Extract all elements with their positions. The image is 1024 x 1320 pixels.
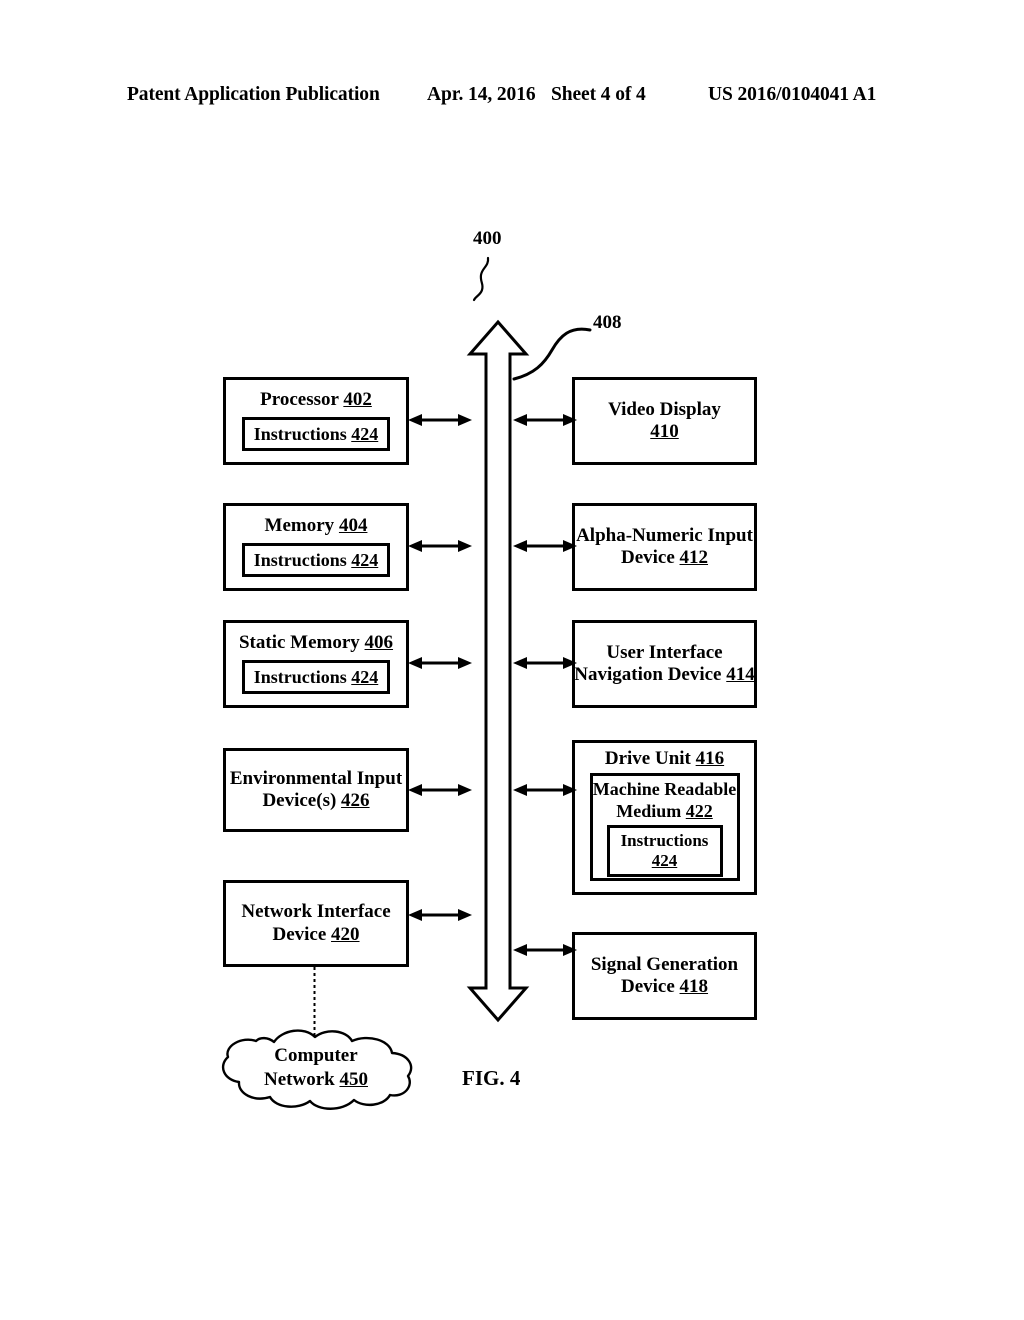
box-signal-generation-line1: Signal Generation xyxy=(590,953,739,975)
ref-424: 424 xyxy=(351,549,379,570)
connector-bus-drive-unit xyxy=(512,781,578,799)
box-machine-readable-medium-422: Machine Readable Medium 422 Instructions… xyxy=(589,773,740,882)
ref-422: 422 xyxy=(685,800,713,821)
cloud-computer-network-450 xyxy=(212,1028,420,1112)
box-alpha-numeric-line2: Device 412 xyxy=(620,547,709,568)
box-ui-navigation-line1: User Interface xyxy=(606,641,723,663)
connector-memory-bus xyxy=(407,537,473,555)
ref-414: 414 xyxy=(726,664,755,685)
box-signal-generation-device-418: Signal Generation Device 418 xyxy=(572,932,757,1020)
box-network-interface-line2: Device 420 xyxy=(272,923,360,945)
page-header: Patent Application Publication Apr. 14, … xyxy=(0,84,1024,114)
box-drive-unit-title: Drive Unit 416 xyxy=(604,748,725,769)
box-environmental-input-line2: Device(s) 426 xyxy=(262,790,370,811)
ref-420: 420 xyxy=(331,923,360,945)
box-alpha-numeric-input-device-412: Alpha-Numeric Input Device 412 xyxy=(572,503,757,591)
ref-424: 424 xyxy=(651,850,678,870)
box-environmental-input-device-426: Environmental Input Device(s) 426 xyxy=(223,748,409,832)
header-publication-title: Patent Application Publication xyxy=(127,84,380,105)
patent-figure-page: Patent Application Publication Apr. 14, … xyxy=(0,0,1024,1320)
ref-416: 416 xyxy=(695,748,725,769)
box-network-interface-device-420: Network Interface Device 420 xyxy=(223,880,409,967)
connector-network-interface-cloud xyxy=(313,967,316,1037)
box-memory-title: Memory 404 xyxy=(264,515,368,536)
box-static-memory-instructions-424: Instructions 424 xyxy=(242,660,390,695)
box-machine-readable-line2: Medium 422 xyxy=(616,800,713,821)
box-static-memory-title: Static Memory 406 xyxy=(238,632,394,653)
box-alpha-numeric-line1: Alpha-Numeric Input xyxy=(576,524,753,546)
box-memory-404: Memory 404 Instructions 424 xyxy=(223,503,409,591)
box-environmental-input-line1: Environmental Input xyxy=(229,767,403,789)
ref-402: 402 xyxy=(343,389,372,410)
ref-424: 424 xyxy=(351,666,379,687)
ref-418: 418 xyxy=(679,976,709,997)
instructions-label: Instructions 424 xyxy=(253,423,379,444)
box-machine-readable-line1: Machine Readable xyxy=(592,779,737,800)
connector-environmental-input-bus xyxy=(407,781,473,799)
ref-404: 404 xyxy=(338,515,368,536)
connector-bus-alpha-numeric xyxy=(512,537,578,555)
connector-processor-bus xyxy=(407,411,473,429)
instructions-label: Instructions 424 xyxy=(253,666,379,687)
connector-static-memory-bus xyxy=(407,654,473,672)
box-processor-title: Processor 402 xyxy=(260,389,372,410)
box-processor-402: Processor 402 Instructions 424 xyxy=(223,377,409,465)
box-drive-unit-416: Drive Unit 416 Machine Readable Medium 4… xyxy=(572,740,757,895)
header-patent-number: US 2016/0104041 A1 xyxy=(708,84,877,105)
box-ui-navigation-line2: Navigation Device 414 xyxy=(574,664,755,685)
ref-424: 424 xyxy=(351,423,379,444)
ref-412: 412 xyxy=(679,547,709,568)
instructions-label: Instructions xyxy=(620,830,709,850)
connector-bus-signal-generation xyxy=(512,941,578,959)
box-video-display-line1: Video Display xyxy=(608,398,721,420)
box-ui-navigation-device-414: User Interface Navigation Device 414 xyxy=(572,620,757,708)
instructions-label: Instructions 424 xyxy=(253,549,379,570)
box-signal-generation-line2: Device 418 xyxy=(620,976,709,997)
connector-bus-ui-navigation xyxy=(512,654,578,672)
box-processor-instructions-424: Instructions 424 xyxy=(242,417,390,452)
figure-caption: FIG. 4 xyxy=(462,1066,521,1090)
box-network-interface-line1: Network Interface xyxy=(241,901,391,923)
callout-system-400: 400 xyxy=(473,228,502,249)
box-drive-unit-instructions-424: Instructions 424 xyxy=(606,824,723,877)
leader-line-400 xyxy=(468,256,494,302)
callout-bus-408: 408 xyxy=(593,312,622,333)
ref-426: 426 xyxy=(341,790,370,811)
box-memory-instructions-424: Instructions 424 xyxy=(242,543,390,578)
connector-network-interface-bus xyxy=(407,906,473,924)
header-sheet-number: Sheet 4 of 4 xyxy=(551,84,646,105)
box-video-display-410: Video Display 410 xyxy=(572,377,757,465)
ref-406: 406 xyxy=(364,632,394,653)
ref-410: 410 xyxy=(650,421,679,442)
connector-bus-video-display xyxy=(512,411,578,429)
box-static-memory-406: Static Memory 406 Instructions 424 xyxy=(223,620,409,708)
header-publication-date: Apr. 14, 2016 xyxy=(427,84,536,105)
